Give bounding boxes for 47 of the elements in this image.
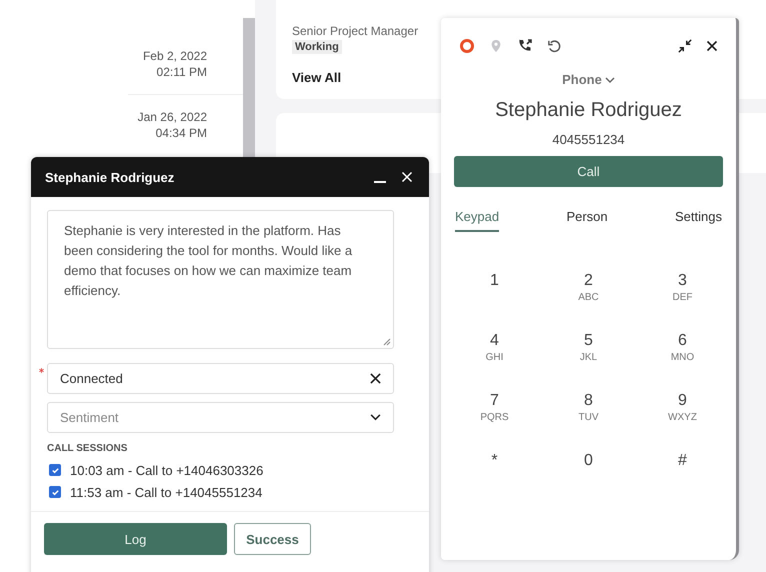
disposition-field[interactable]: Connected (47, 363, 394, 394)
dialer-tab[interactable]: Keypad (455, 209, 500, 232)
outcome-button[interactable]: Success (234, 523, 311, 555)
section-heading: CALL SESSIONS (47, 443, 128, 454)
chevron-down-icon (370, 414, 381, 421)
check-icon (50, 488, 60, 496)
clear-icon[interactable] (370, 373, 381, 384)
check-icon (50, 466, 60, 474)
keypad-key[interactable]: 9 WXYZ (636, 392, 730, 427)
call-button[interactable]: Call (454, 156, 723, 187)
note-field[interactable]: Stephanie is very interested in the platform. Has been considering the tool for months. Would like a demo that focuses on how we can maximize team efficiency. (47, 210, 394, 349)
keypad-key[interactable]: 0 (542, 452, 636, 487)
contact-name: Stephanie Rodriguez (495, 99, 682, 122)
keypad-key[interactable]: 5 JKL (542, 332, 636, 367)
chevron-down-icon (604, 76, 615, 82)
keypad-key[interactable]: 3 DEF (636, 272, 730, 307)
resize-handle-icon[interactable] (383, 338, 391, 346)
keypad-key[interactable]: 2 ABC (542, 272, 636, 307)
keypad-key[interactable]: # (636, 452, 730, 487)
contact-title: Senior Project Manager (292, 24, 418, 38)
dialer-tab[interactable]: Settings (675, 209, 722, 232)
phone-number: 4045551234 (552, 132, 625, 147)
log-button[interactable]: Log (44, 523, 227, 555)
view-all-link[interactable]: View All (292, 70, 342, 85)
keypad-key[interactable]: 6 MNO (636, 332, 730, 367)
activity-time: 04:34 PM (156, 125, 207, 141)
call-session-label: 11:53 am - Call to +14045551234 (70, 484, 262, 500)
call-session-label: 10:03 am - Call to +14046303326 (70, 462, 264, 478)
keypad-key[interactable]: * (448, 452, 542, 487)
checkbox[interactable] (49, 486, 61, 498)
dialer-tab[interactable]: Person (566, 209, 608, 232)
record-icon[interactable] (459, 38, 475, 54)
status-tag: Working (292, 40, 342, 54)
undo-icon[interactable] (547, 38, 562, 54)
sentiment-select[interactable]: Sentiment (47, 402, 394, 433)
collapse-icon[interactable] (678, 39, 692, 53)
activity-date: Jan 26, 2022 (138, 109, 207, 125)
activity-date: Feb 2, 2022 (142, 48, 207, 64)
close-icon[interactable] (706, 40, 718, 52)
checkbox[interactable] (49, 464, 61, 476)
keypad-key[interactable]: 7 PQRS (448, 392, 542, 427)
window-title: Stephanie Rodriguez (45, 170, 174, 184)
keypad-key[interactable]: 1 (448, 272, 542, 307)
keypad-key[interactable]: 8 TUV (542, 392, 636, 427)
phone-source-dropdown[interactable]: Phone (562, 72, 615, 87)
activity-time: 02:11 PM (156, 64, 207, 80)
keypad-key[interactable]: 4 GHI (448, 332, 542, 367)
